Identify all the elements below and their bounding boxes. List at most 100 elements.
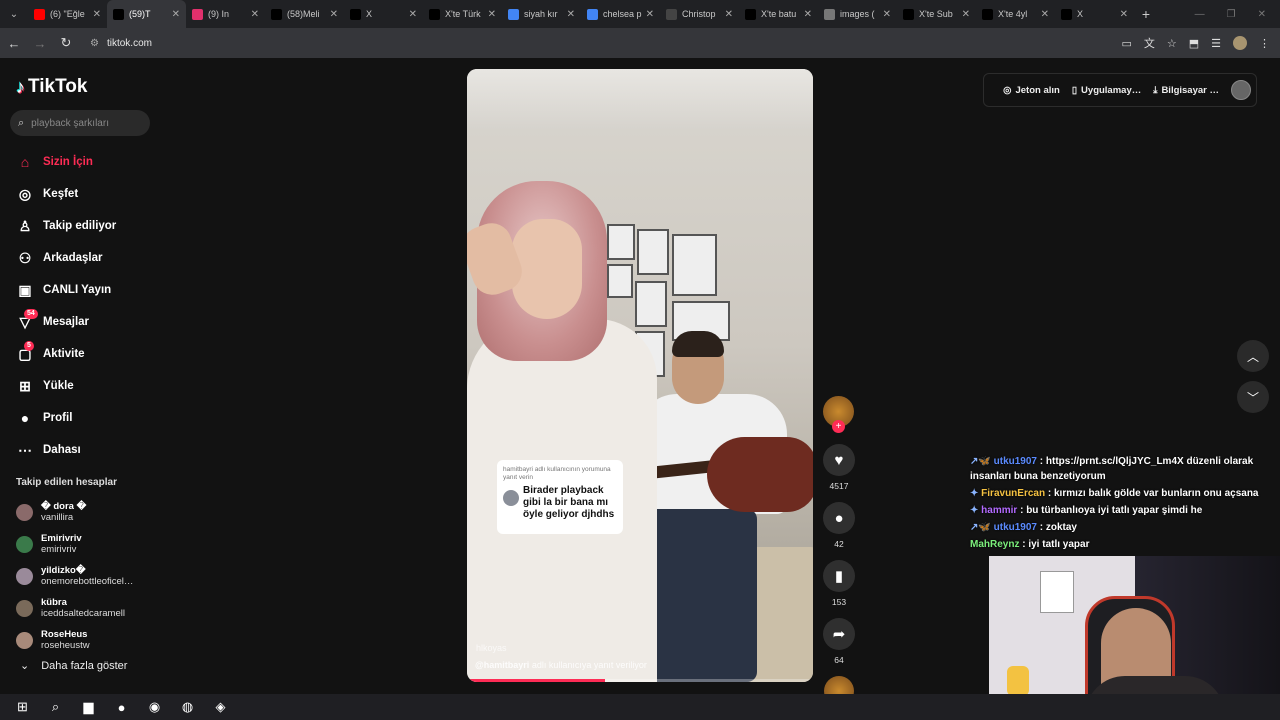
tab-close-icon[interactable]: ✕: [962, 9, 970, 20]
compass-icon: ◎: [18, 185, 32, 202]
tab-favicon-icon: [34, 8, 45, 20]
sidebar-item-upload[interactable]: ⊞ Yükle: [16, 370, 156, 402]
bookmark-star-icon[interactable]: ☆: [1167, 37, 1177, 50]
browser-tab[interactable]: (58)Meli ✕: [265, 0, 344, 28]
file-explorer-icon[interactable]: ▆: [72, 694, 105, 720]
minimize-icon[interactable]: —: [1195, 9, 1205, 20]
profile-avatar[interactable]: [1233, 36, 1247, 50]
browser-tab[interactable]: X ✕: [1055, 0, 1134, 28]
restore-icon[interactable]: ❐: [1227, 9, 1236, 20]
browser-tab[interactable]: chelsea p ✕: [581, 0, 660, 28]
reload-icon[interactable]: ↻: [54, 35, 78, 51]
tab-close-icon[interactable]: ✕: [93, 9, 101, 20]
sidebar-item-compass[interactable]: ◎ Keşfet: [16, 178, 156, 210]
sidebar-item-label: Arkadaşlar: [43, 252, 103, 264]
browser-tab[interactable]: X'te Sub ✕: [897, 0, 976, 28]
comment-button[interactable]: ●: [823, 502, 855, 534]
tab-close-icon[interactable]: ✕: [172, 9, 180, 20]
creator-avatar[interactable]: +: [823, 396, 854, 433]
new-tab-button[interactable]: +: [1134, 6, 1158, 22]
messenger-icon[interactable]: ◈: [204, 694, 237, 720]
avatar: [16, 535, 33, 553]
get-coins-button[interactable]: ◎ Jeton alın: [1003, 85, 1060, 96]
translate-icon[interactable]: 文: [1144, 35, 1155, 51]
tiktok-logo[interactable]: ♪ TikTok: [16, 76, 87, 98]
search-icon[interactable]: ⌕: [39, 694, 72, 720]
tab-close-icon[interactable]: ✕: [330, 9, 338, 20]
video-ceiling: [467, 69, 813, 129]
browser-tab[interactable]: (59)T ✕: [107, 0, 186, 28]
share-button[interactable]: ➦: [823, 618, 855, 650]
window-controls: — ❐ ✕: [1195, 0, 1280, 28]
previous-video-button[interactable]: ︿: [1237, 340, 1269, 372]
extensions-icon[interactable]: ⬒: [1189, 37, 1199, 50]
obs-icon[interactable]: ◍: [171, 694, 204, 720]
windows-icon[interactable]: ⊞: [6, 694, 39, 720]
get-app-button[interactable]: ▯ Uygulamay…: [1072, 85, 1141, 96]
browser-menu-icon[interactable]: ⋮: [1259, 37, 1270, 50]
like-button[interactable]: ♥: [823, 444, 855, 476]
tab-close-icon[interactable]: ✕: [1041, 9, 1049, 20]
browser-tab[interactable]: (9) In ✕: [186, 0, 265, 28]
reading-list-icon[interactable]: ☰: [1211, 37, 1221, 50]
browser-tab[interactable]: X'te 4yl ✕: [976, 0, 1055, 28]
close-window-icon[interactable]: ✕: [1258, 9, 1266, 20]
browser-tab[interactable]: X ✕: [344, 0, 423, 28]
sidebar-item-live[interactable]: ▣ CANLI Yayın: [16, 274, 156, 306]
sidebar-item-messages[interactable]: ▽ 54 Mesajlar: [16, 306, 156, 338]
tab-search-dropdown-icon[interactable]: ⌄: [0, 0, 28, 28]
tab-close-icon[interactable]: ✕: [725, 9, 733, 20]
browser-tab[interactable]: X'te batu ✕: [739, 0, 818, 28]
browser-tab[interactable]: Christop ✕: [660, 0, 739, 28]
search-input[interactable]: ⌕ playback şarkıları: [10, 110, 150, 136]
comment-icon: ●: [834, 509, 844, 527]
sidebar-item-following[interactable]: ♙ Takip ediliyor: [16, 210, 156, 242]
chrome-icon[interactable]: ◉: [138, 694, 171, 720]
tab-close-icon[interactable]: ✕: [883, 9, 891, 20]
action-rail: + ♥ 4517 ● 42 ▮ 153 ➦ 64: [823, 396, 855, 706]
reply-sticker-text: Birader playback gibi la bir bana mı öyl…: [523, 485, 615, 520]
forward-icon[interactable]: →: [28, 36, 52, 51]
cast-icon[interactable]: ▭: [1121, 37, 1131, 50]
tab-favicon-icon: [745, 8, 756, 20]
account-name: RoseHeus: [41, 629, 88, 640]
sidebar-item-friends[interactable]: ⚇ Arkadaşlar: [16, 242, 156, 274]
next-video-button[interactable]: ﹀: [1237, 381, 1269, 413]
browser-tab[interactable]: X'te Türk ✕: [423, 0, 502, 28]
following-list: � dora � vanillira Emirivriv emirivriv yildi…: [16, 496, 146, 656]
sidebar-item-more[interactable]: ⋯ Dahası: [16, 434, 156, 466]
followed-account[interactable]: yildizko� onemorebottleoficel…: [16, 560, 146, 592]
browser-tab[interactable]: siyah kır ✕: [502, 0, 581, 28]
followed-account[interactable]: � dora � vanillira: [16, 496, 146, 528]
account-name: Emirivriv: [41, 533, 82, 544]
app-icon[interactable]: ●: [105, 694, 138, 720]
browser-tab[interactable]: images (✕: [818, 0, 897, 28]
tab-close-icon[interactable]: ✕: [1120, 9, 1128, 20]
sidebar-item-home[interactable]: ⌂ Sizin İçin: [16, 146, 156, 178]
tab-close-icon[interactable]: ✕: [804, 9, 812, 20]
followed-account[interactable]: Emirivriv emirivriv: [16, 528, 146, 560]
tab-close-icon[interactable]: ✕: [409, 9, 417, 20]
follow-plus-icon[interactable]: +: [832, 420, 845, 433]
followed-account[interactable]: RoseHeus roseheustw: [16, 624, 146, 656]
tab-close-icon[interactable]: ✕: [567, 9, 575, 20]
show-more-button[interactable]: ⌄ Daha fazla göster: [20, 659, 127, 673]
user-avatar[interactable]: [1231, 80, 1251, 100]
video-progress-bar[interactable]: [467, 679, 813, 682]
tab-close-icon[interactable]: ✕: [488, 9, 496, 20]
desktop-app-button[interactable]: ⤓ Bilgisayar …: [1153, 85, 1219, 96]
account-username: emirivriv: [41, 544, 77, 555]
video-player[interactable]: hamitbayri adlı kullanıcının yorumuna ya…: [467, 69, 813, 682]
save-button[interactable]: ▮: [823, 560, 855, 592]
sidebar-item-activity[interactable]: ▢ 5 Aktivite: [16, 338, 156, 370]
tab-close-icon[interactable]: ✕: [646, 9, 654, 20]
tab-close-icon[interactable]: ✕: [251, 9, 259, 20]
site-info-icon[interactable]: ⚙: [90, 38, 99, 49]
browser-tab[interactable]: (6) "Eğle ✕: [28, 0, 107, 28]
caption-username[interactable]: @hamitbayri: [475, 660, 529, 670]
url-field[interactable]: ⚙ tiktok.com: [90, 32, 1090, 54]
followed-account[interactable]: kübra iceddsaltedcaramell: [16, 592, 146, 624]
back-icon[interactable]: ←: [2, 36, 26, 51]
tab-title: X'te Sub: [919, 9, 953, 19]
sidebar-item-profile[interactable]: ● Profil: [16, 402, 156, 434]
